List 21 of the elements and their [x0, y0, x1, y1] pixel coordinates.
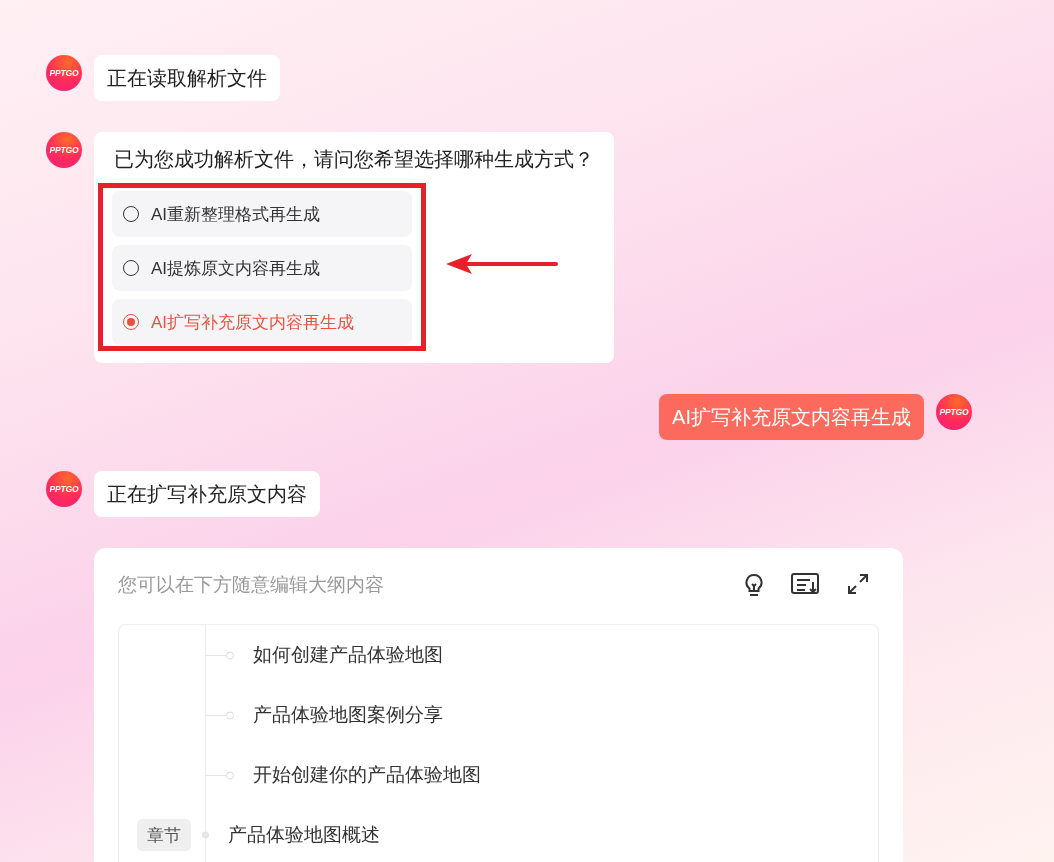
- chapter-tag: 章节: [137, 819, 191, 851]
- message-bubble: 正在读取解析文件: [94, 55, 280, 101]
- list-download-icon[interactable]: [791, 573, 821, 595]
- outline-item[interactable]: 如何创建产品体验地图: [253, 642, 443, 668]
- avatar: PPTGO: [46, 55, 82, 91]
- message-bubble: AI扩写补充原文内容再生成: [659, 394, 924, 440]
- radio-option[interactable]: AI重新整理格式再生成: [112, 191, 412, 237]
- lightbulb-icon[interactable]: [743, 573, 765, 597]
- avatar: PPTGO: [46, 132, 82, 168]
- outline-item[interactable]: 产品体验地图案例分享: [253, 702, 443, 728]
- message-bubble: 正在扩写补充原文内容: [94, 471, 320, 517]
- avatar: PPTGO: [46, 471, 82, 507]
- tree-branch-drawing: [205, 685, 234, 745]
- avatar: PPTGO: [936, 394, 972, 430]
- outline-item[interactable]: 开始创建你的产品体验地图: [253, 762, 481, 788]
- radio-option[interactable]: AI扩写补充原文内容再生成: [112, 299, 412, 345]
- expand-icon[interactable]: [847, 573, 869, 595]
- outline-item[interactable]: 产品体验地图概述: [228, 822, 380, 848]
- radio-option[interactable]: AI提炼原文内容再生成: [112, 245, 412, 291]
- outline-hint: 您可以在下方随意编辑大纲内容: [118, 573, 385, 597]
- question-text: 已为您成功解析文件，请问您希望选择哪种生成方式？: [114, 147, 594, 172]
